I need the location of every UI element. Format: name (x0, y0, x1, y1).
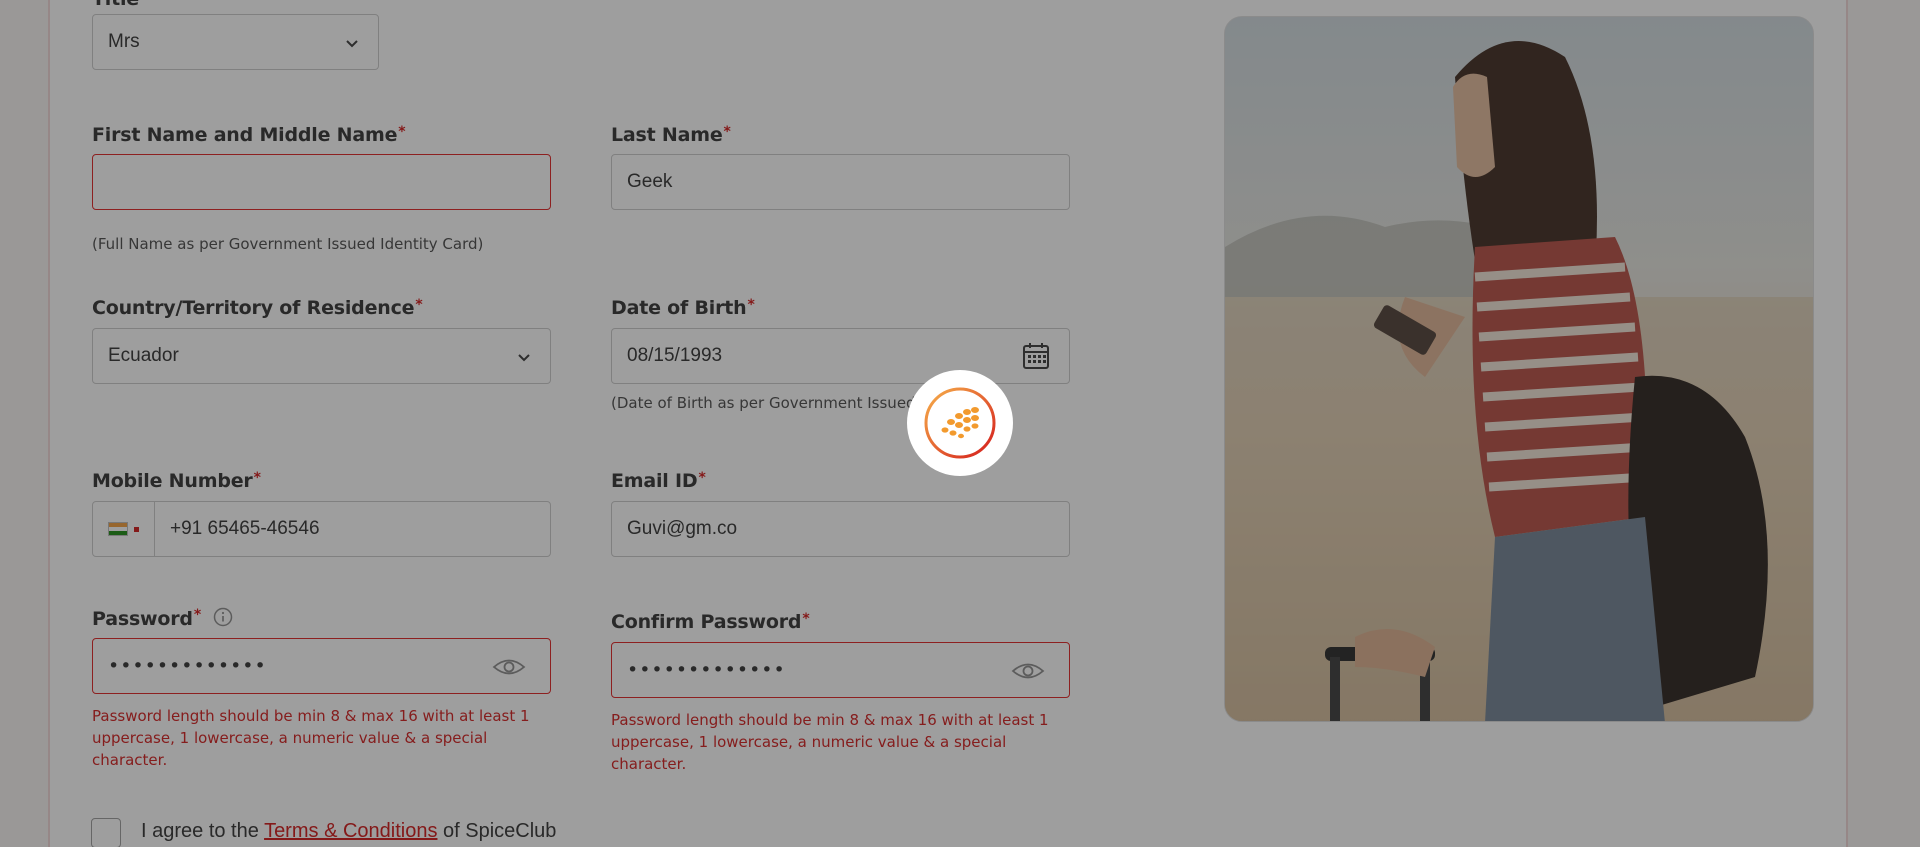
spiceclub-loader-icon (924, 387, 996, 459)
loading-spinner (907, 370, 1013, 476)
